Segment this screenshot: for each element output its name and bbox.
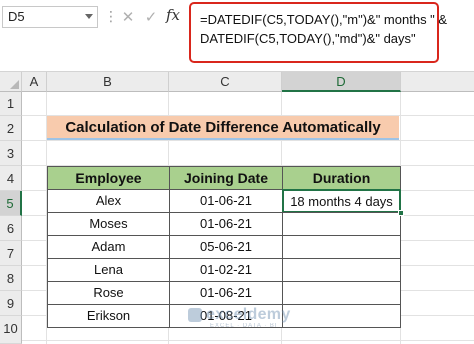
cell-duration[interactable] bbox=[282, 304, 401, 328]
cell-joining-date[interactable]: 01-02-21 bbox=[169, 258, 283, 282]
watermark: exceldemy bbox=[188, 306, 291, 324]
cell-joining-date[interactable]: 01-06-21 bbox=[169, 189, 283, 213]
cell-joining-date[interactable]: 05-06-21 bbox=[169, 235, 283, 259]
header-duration[interactable]: Duration bbox=[282, 166, 401, 190]
cell-duration[interactable] bbox=[282, 235, 401, 259]
row-header-5[interactable]: 5 bbox=[0, 191, 22, 216]
name-box-value: D5 bbox=[8, 9, 25, 24]
header-employee[interactable]: Employee bbox=[47, 166, 170, 190]
row-header-10[interactable]: 10 bbox=[0, 316, 22, 344]
watermark-subtext: EXCEL · DATA · BI bbox=[210, 323, 278, 329]
formula-input[interactable]: =DATEDIF(C5,TODAY(),"m")&" months " & DAT… bbox=[189, 2, 448, 63]
row-header-1[interactable]: 1 bbox=[0, 92, 22, 116]
row-header-6[interactable]: 6 bbox=[0, 216, 22, 241]
cell-employee[interactable]: Lena bbox=[47, 258, 170, 282]
row-header-2[interactable]: 2 bbox=[0, 116, 22, 141]
formula-line-1: =DATEDIF(C5,TODAY(),"m")&" months " & bbox=[200, 12, 448, 27]
select-all-corner[interactable] bbox=[0, 72, 22, 92]
cell-employee[interactable]: Adam bbox=[47, 235, 170, 259]
row-header-7[interactable]: 7 bbox=[0, 241, 22, 266]
column-header-c[interactable]: C bbox=[169, 72, 282, 92]
cell-employee[interactable]: Erikson bbox=[47, 304, 170, 328]
gridline bbox=[22, 140, 474, 141]
cell-employee[interactable]: Rose bbox=[47, 281, 170, 305]
header-joining-date[interactable]: Joining Date bbox=[169, 166, 283, 190]
name-box[interactable]: D5 bbox=[2, 6, 98, 28]
drag-handle-icon[interactable]: ⋮ bbox=[104, 9, 119, 23]
exceldemy-logo-icon bbox=[188, 308, 202, 322]
cell-duration-selected[interactable]: 18 months 4 days bbox=[282, 189, 401, 213]
row-header-9[interactable]: 9 bbox=[0, 291, 22, 316]
cell-joining-date[interactable]: 01-06-21 bbox=[169, 212, 283, 236]
row-header-4[interactable]: 4 bbox=[0, 166, 22, 191]
column-header-e[interactable] bbox=[401, 72, 474, 92]
cell-joining-date[interactable]: 01-06-21 bbox=[169, 281, 283, 305]
formula-bar-area: D5 ⋮ ✕ ✓ fx =DATEDIF(C5,TODAY(),"m")&" m… bbox=[0, 0, 474, 72]
chevron-down-icon[interactable] bbox=[85, 14, 93, 19]
cell-employee[interactable]: Alex bbox=[47, 189, 170, 213]
insert-function-icon[interactable]: fx bbox=[166, 6, 180, 24]
watermark-text: exceldemy bbox=[206, 306, 291, 323]
formula-line-2: DATEDIF(C5,TODAY(),"md")&" days" bbox=[200, 31, 416, 46]
column-header-d[interactable]: D bbox=[282, 72, 401, 92]
cell-employee[interactable]: Moses bbox=[47, 212, 170, 236]
sheet-title[interactable]: Calculation of Date Difference Automatic… bbox=[47, 116, 399, 140]
cell-duration[interactable] bbox=[282, 258, 401, 282]
cancel-icon[interactable]: ✕ bbox=[118, 6, 138, 28]
enter-icon[interactable]: ✓ bbox=[141, 6, 161, 28]
row-header-8[interactable]: 8 bbox=[0, 266, 22, 291]
column-header-b[interactable]: B bbox=[47, 72, 169, 92]
cell-duration[interactable] bbox=[282, 212, 401, 236]
cell-duration[interactable] bbox=[282, 281, 401, 305]
fill-handle[interactable] bbox=[398, 210, 404, 216]
column-header-a[interactable]: A bbox=[22, 72, 47, 92]
select-all-icon bbox=[10, 80, 19, 89]
row-header-3[interactable]: 3 bbox=[0, 141, 22, 166]
gridline bbox=[22, 340, 474, 341]
